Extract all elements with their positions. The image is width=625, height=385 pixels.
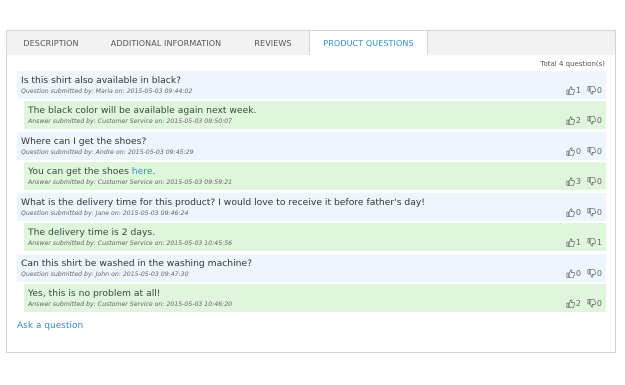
thumbs-down-button[interactable]: 0 (587, 299, 602, 308)
upvote-count: 0 (575, 269, 581, 278)
vote-controls: 0 0 (560, 269, 602, 278)
thumbs-up-icon (566, 238, 575, 247)
question-meta: Question submitted by: Jane on: 2015-05-… (21, 210, 189, 217)
answer-meta: Answer submitted by: Customer Service on… (28, 118, 233, 125)
answer-item: You can get the shoes here. Answer submi… (24, 162, 606, 190)
thumbs-up-icon (566, 86, 575, 95)
thumbs-down-icon (587, 299, 596, 308)
downvote-count: 0 (596, 299, 602, 308)
vote-controls: 3 0 (560, 177, 602, 186)
downvote-count: 0 (596, 177, 602, 186)
downvote-count: 0 (596, 116, 602, 125)
thumbs-down-icon (587, 116, 596, 125)
thumbs-down-icon (587, 177, 596, 186)
thumbs-up-button[interactable]: 2 (566, 299, 581, 308)
upvote-count: 0 (575, 147, 581, 156)
answer-meta: Answer submitted by: Customer Service on… (28, 179, 233, 186)
question-text: Is this shirt also available in black? (21, 75, 182, 86)
thumbs-up-button[interactable]: 0 (566, 269, 581, 278)
upvote-count: 1 (575, 86, 581, 95)
downvote-count: 0 (596, 269, 602, 278)
downvote-count: 0 (596, 147, 602, 156)
thumbs-up-icon (566, 269, 575, 278)
thumbs-up-icon (566, 147, 575, 156)
vote-controls: 1 0 (560, 86, 602, 95)
vote-controls: 0 0 (560, 147, 602, 156)
vote-controls: 2 0 (560, 116, 602, 125)
question-item: What is the delivery time for this produ… (17, 193, 606, 221)
thumbs-down-button[interactable]: 0 (587, 147, 602, 156)
thumbs-down-icon (587, 238, 596, 247)
answer-item: Yes, this is no problem at all! Answer s… (24, 284, 606, 312)
answer-text-end: . (152, 166, 156, 177)
upvote-count: 0 (575, 208, 581, 217)
thumbs-up-button[interactable]: 1 (566, 86, 581, 95)
tab-description[interactable]: DESCRIPTION (7, 31, 95, 56)
thumbs-down-button[interactable]: 0 (587, 86, 602, 95)
thumbs-down-button[interactable]: 0 (587, 116, 602, 125)
thumbs-up-icon (566, 177, 575, 186)
answer-item: The delivery time is 2 days. Answer subm… (24, 223, 606, 251)
question-meta: Question submitted by: Andre on: 2015-05… (21, 149, 194, 156)
thumbs-down-icon (587, 269, 596, 278)
question-text: Where can I get the shoes? (21, 136, 147, 147)
thumbs-up-button[interactable]: 2 (566, 116, 581, 125)
thumbs-up-button[interactable]: 1 (566, 238, 581, 247)
questions-panel: Total 4 question(s) Is this shirt also a… (6, 55, 616, 353)
upvote-count: 2 (575, 299, 581, 308)
thumbs-down-button[interactable]: 0 (587, 177, 602, 186)
ask-question-link[interactable]: Ask a question (17, 321, 83, 331)
question-meta: Question submitted by: Maria on: 2015-05… (21, 88, 193, 95)
tab-product-questions[interactable]: PRODUCT QUESTIONS (309, 31, 428, 57)
thumbs-up-icon (566, 208, 575, 217)
thumbs-up-button[interactable]: 0 (566, 208, 581, 217)
thumbs-down-icon (587, 86, 596, 95)
answer-text: The delivery time is 2 days. (28, 227, 156, 238)
answer-item: The black color will be available again … (24, 101, 606, 129)
question-item: Is this shirt also available in black? Q… (17, 71, 606, 99)
thumbs-up-button[interactable]: 0 (566, 147, 581, 156)
answer-text: You can get the shoes here. (28, 166, 155, 177)
total-questions-count: Total 4 question(s) (540, 60, 605, 68)
answer-meta: Answer submitted by: Customer Service on… (28, 301, 233, 308)
thumbs-down-button[interactable]: 0 (587, 208, 602, 217)
vote-controls: 2 0 (560, 299, 602, 308)
thumbs-up-button[interactable]: 3 (566, 177, 581, 186)
tab-reviews[interactable]: REVIEWS (237, 31, 309, 56)
question-text: What is the delivery time for this produ… (21, 197, 425, 208)
question-text: Can this shirt be washed in the washing … (21, 258, 253, 269)
thumbs-down-button[interactable]: 0 (587, 269, 602, 278)
thumbs-up-icon (566, 299, 575, 308)
question-meta: Question submitted by: John on: 2015-05-… (21, 271, 189, 278)
answer-text: Yes, this is no problem at all! (28, 288, 161, 299)
upvote-count: 3 (575, 177, 581, 186)
answer-link-here[interactable]: here (132, 166, 153, 177)
upvote-count: 1 (575, 238, 581, 247)
tab-additional-information[interactable]: ADDITIONAL INFORMATION (97, 31, 235, 56)
downvote-count: 0 (596, 208, 602, 217)
vote-controls: 0 0 (560, 208, 602, 217)
thumbs-down-icon (587, 208, 596, 217)
vote-controls: 1 1 (560, 238, 602, 247)
thumbs-down-button[interactable]: 1 (587, 238, 602, 247)
question-item: Where can I get the shoes? Question subm… (17, 132, 606, 160)
downvote-count: 1 (596, 238, 602, 247)
answer-text: The black color will be available again … (28, 105, 257, 116)
answer-text-start: You can get the shoes (28, 166, 132, 177)
tab-bar: DESCRIPTION ADDITIONAL INFORMATION REVIE… (6, 30, 616, 57)
upvote-count: 2 (575, 116, 581, 125)
thumbs-down-icon (587, 147, 596, 156)
downvote-count: 0 (596, 86, 602, 95)
question-item: Can this shirt be washed in the washing … (17, 254, 606, 282)
answer-meta: Answer submitted by: Customer Service on… (28, 240, 233, 247)
thumbs-up-icon (566, 116, 575, 125)
